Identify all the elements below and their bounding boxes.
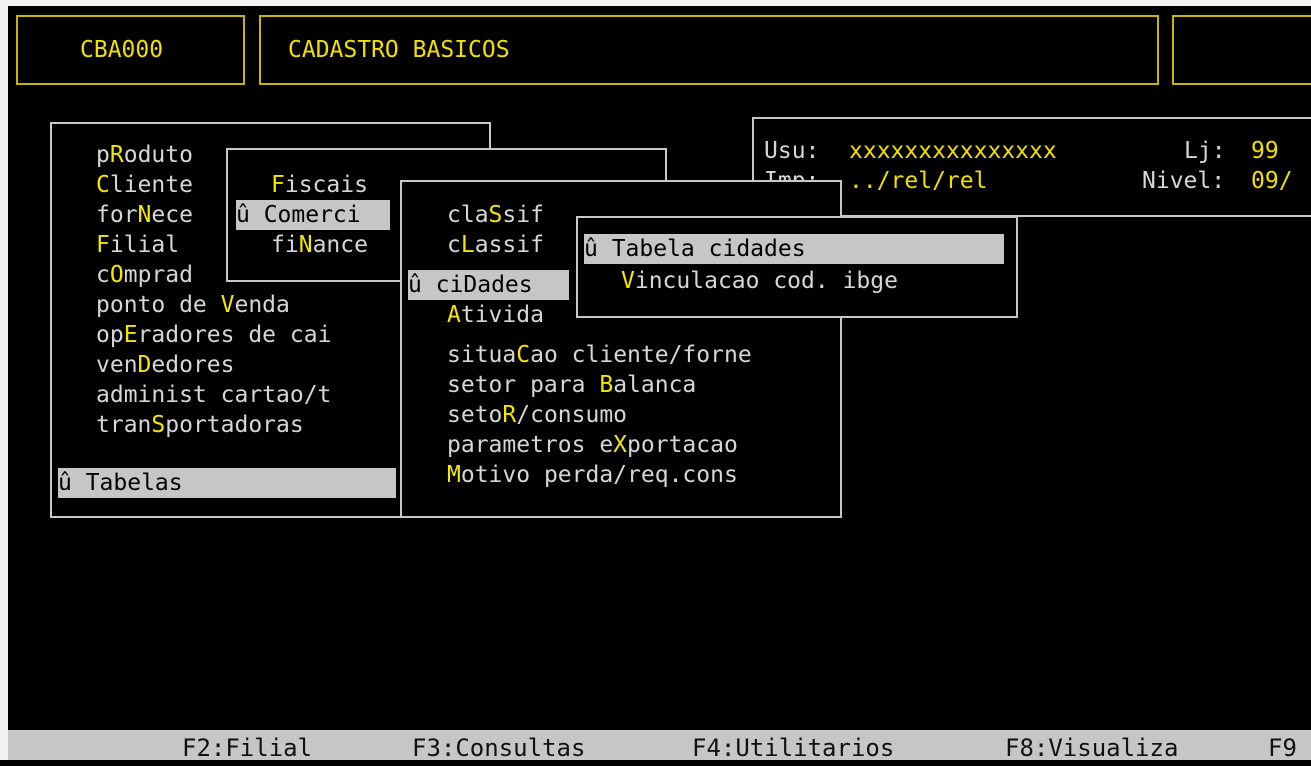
lj-value: 99: [1251, 138, 1279, 164]
cidades-item-vinculacao-ibge[interactable]: Vinculacao cod. ibge: [621, 266, 898, 296]
usu-label: Usu:: [764, 138, 820, 164]
menu-item-fornecedor[interactable]: forNece: [96, 200, 193, 230]
submenu-item-comercial-selected[interactable]: û Comerci: [236, 200, 390, 230]
tabelas-item-cidades-selected[interactable]: û ciDades: [408, 270, 569, 300]
menu-item-tabelas-selected[interactable]: û Tabelas: [58, 468, 396, 498]
menu-item-transportadoras[interactable]: tranSportadoras: [96, 410, 304, 440]
tabelas-item-atividade[interactable]: Ativida: [447, 300, 544, 330]
tabelas-item-situacao[interactable]: situaCao cliente/forne: [447, 340, 752, 370]
left-strip: [0, 0, 8, 760]
submenu-item-fiscais[interactable]: Fiscais: [271, 170, 368, 200]
menu-item-filial[interactable]: Filial: [96, 230, 179, 260]
header-right-box: [1172, 15, 1311, 85]
menu-item-administradoras-cartao[interactable]: administ cartao/t: [96, 380, 331, 410]
menu-item-ponto-de-venda[interactable]: ponto de Venda: [96, 290, 290, 320]
tabelas-item-setor-consumo[interactable]: setoR/consumo: [447, 400, 627, 430]
menu-item-operadores[interactable]: opEradores de cai: [96, 320, 331, 350]
program-code-box: CBA000: [16, 15, 245, 85]
usu-value: xxxxxxxxxxxxxxx: [849, 138, 1057, 164]
f8-visualiza-key[interactable]: F8:Visualiza: [1005, 730, 1178, 766]
f9-key[interactable]: F9: [1268, 730, 1297, 766]
lj-label: Lj:: [1184, 138, 1226, 164]
tabelas-item-parametros-exportacao[interactable]: parametros eXportacao: [447, 430, 738, 460]
tabelas-item-classificacao-1[interactable]: claSsif: [447, 200, 544, 230]
tabelas-item-motivo-perda[interactable]: Motivo perda/req.cons: [447, 460, 738, 490]
cidades-submenu: û Tabela cidades Vinculacao cod. ibge: [576, 216, 1018, 318]
menu-item-cliente[interactable]: Cliente: [96, 170, 193, 200]
menu-item-comprador[interactable]: cOmprad: [96, 260, 193, 290]
f2-filial-key[interactable]: F2:Filial: [182, 730, 312, 766]
program-title-box: CADASTRO BASICOS: [259, 15, 1159, 85]
tabelas-item-classificacao-2[interactable]: cLassif: [447, 230, 544, 260]
cidades-item-tabela-cidades-selected[interactable]: û Tabela cidades: [584, 234, 1004, 264]
f4-utilitarios-key[interactable]: F4:Utilitarios: [692, 730, 894, 766]
program-title: CADASTRO BASICOS: [288, 37, 510, 63]
menu-item-vendedores[interactable]: venDedores: [96, 350, 235, 380]
nivel-label: Nivel:: [1142, 168, 1226, 194]
tabelas-item-setor-balanca[interactable]: setor para Balanca: [447, 370, 696, 400]
nivel-value: 09/: [1251, 168, 1293, 194]
f3-consultas-key[interactable]: F3:Consultas: [412, 730, 585, 766]
menu-item-produto[interactable]: pRoduto: [96, 140, 193, 170]
imp-value: ../rel/rel: [849, 168, 988, 194]
function-key-bar: F2:Filial F3:Consultas F4:Utilitarios F8…: [8, 730, 1311, 762]
submenu-item-financeiro[interactable]: fiNance: [271, 230, 368, 260]
top-strip: [0, 0, 1311, 6]
program-code: CBA000: [80, 37, 164, 63]
